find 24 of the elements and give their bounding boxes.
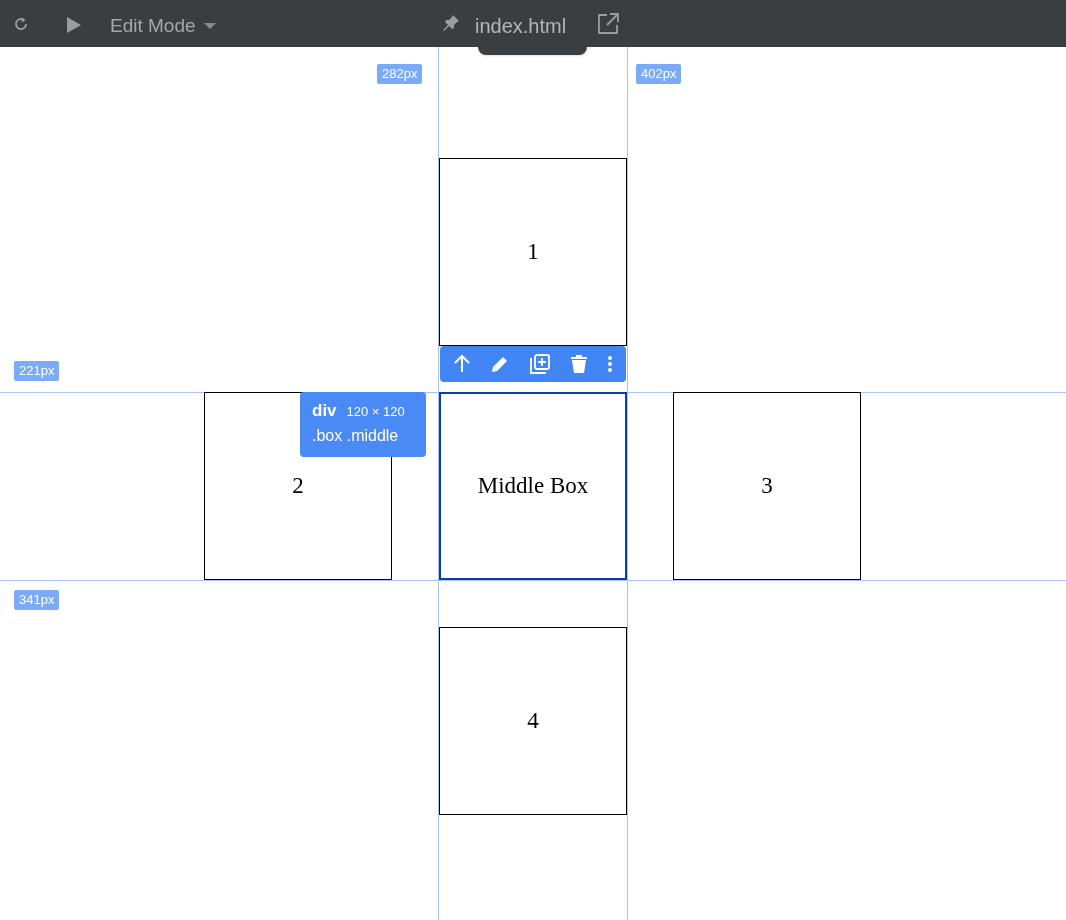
mode-dropdown[interactable]: Edit Mode [110,12,216,41]
box[interactable]: 1 [439,158,627,346]
box-label: 2 [292,471,304,500]
play-icon[interactable] [66,16,82,34]
box[interactable]: 4 [439,627,627,815]
file-name: index.html [475,14,567,39]
box-label: Middle Box [477,471,589,500]
box-label: 3 [761,471,773,500]
distance-label: 221px [14,361,60,381]
distance-label: 341px [14,590,60,610]
pin-icon[interactable] [441,13,461,33]
duplicate-icon[interactable] [529,353,551,375]
trash-icon[interactable] [569,354,588,374]
distance-label: 402px [636,64,682,84]
arrow-up-icon[interactable] [453,354,472,374]
box-label: 1 [527,237,539,266]
distance-label: 282px [377,64,423,84]
box[interactable]: 3 [673,392,861,580]
box[interactable]: Middle Box [439,392,627,580]
tag-name: div [312,400,337,422]
external-link-icon[interactable] [597,12,620,35]
more-icon[interactable] [606,355,613,373]
box-label: 4 [527,706,539,735]
caret-icon [203,22,216,31]
